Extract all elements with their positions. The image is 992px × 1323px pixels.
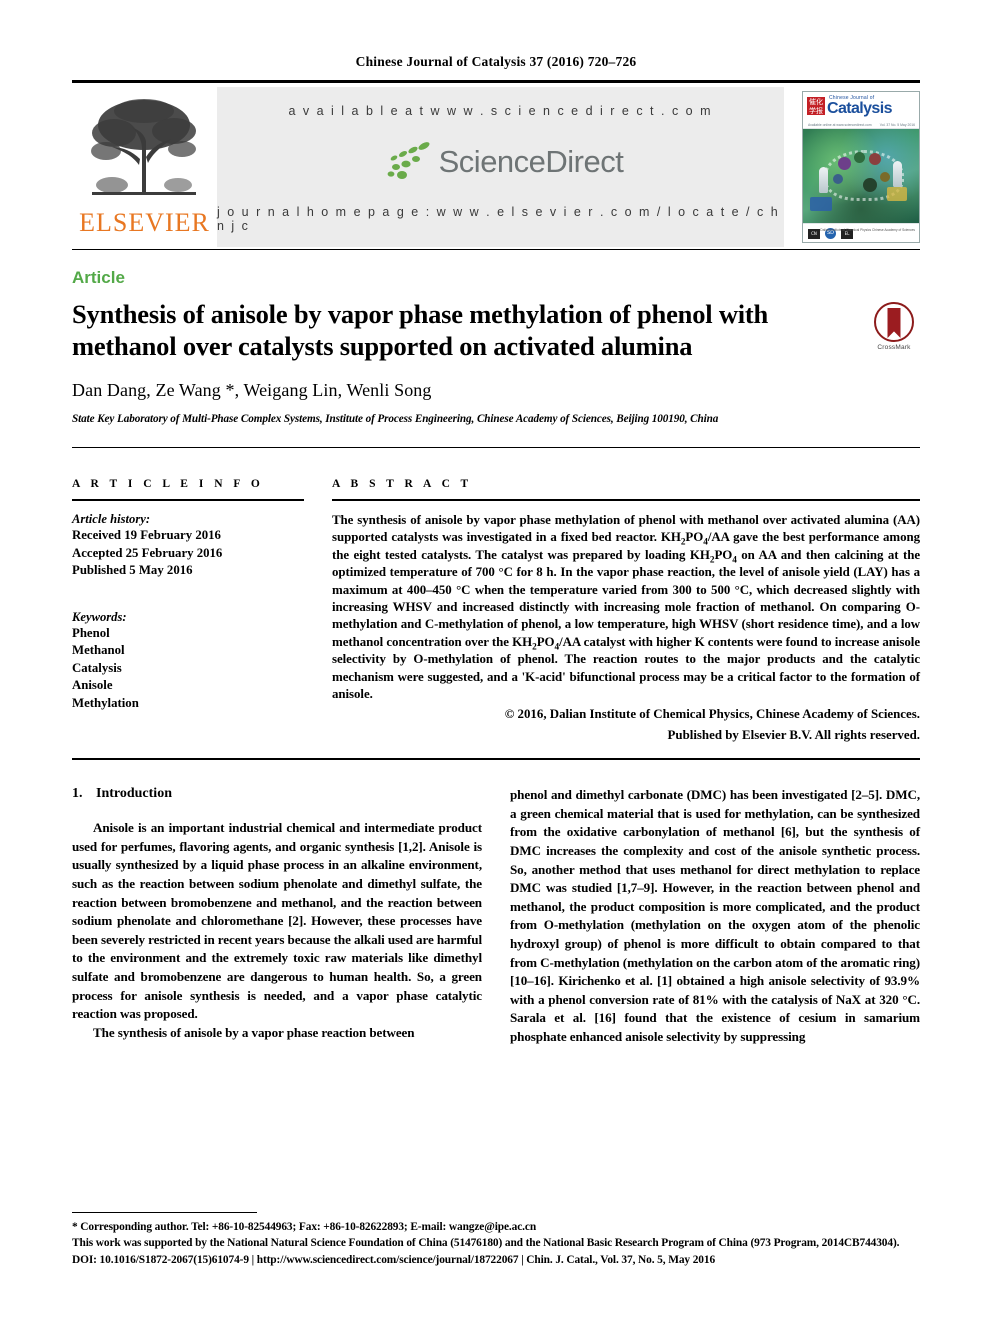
cover-title: Catalysis <box>827 100 892 117</box>
crossmark-icon <box>874 302 914 342</box>
cover-chinese-badge: 催化学报 <box>807 97 825 115</box>
cover-credit: Dalian Institute of Chemical Physics Chi… <box>820 228 915 232</box>
crossmark-book-icon <box>887 308 901 338</box>
footnote-block: * Corresponding author. Tel: +86-10-8254… <box>72 1212 920 1269</box>
funding-note: This work was supported by the National … <box>72 1236 900 1249</box>
paper-page: Chinese Journal of Catalysis 37 (2016) 7… <box>0 0 992 1323</box>
crossmark-label: CrossMark <box>877 344 911 351</box>
sciencedirect-logo: ScienceDirect <box>378 139 624 185</box>
abstract-rule <box>332 499 920 501</box>
cover-footer: CN SD EL Dalian Institute of Chemical Ph… <box>803 223 919 242</box>
body-column-right: phenol and dimethyl carbonate (DMC) has … <box>510 786 920 1046</box>
title-row: Synthesis of anisole by vapor phase meth… <box>72 298 920 362</box>
journal-masthead: ELSEVIER a v a i l a b l e a t w w w . s… <box>72 87 920 247</box>
body-column-left: 1. Introduction Anisole is an important i… <box>72 786 482 1046</box>
sciencedirect-band: a v a i l a b l e a t w w w . s c i e n … <box>217 87 784 247</box>
abstract-column: A B S T R A C T The synthesis of anisole… <box>332 478 920 744</box>
keywords-label: Keywords: <box>72 609 127 624</box>
keyword-item: Methanol <box>72 643 125 657</box>
info-top-rule <box>72 447 920 448</box>
abstract-heading: A B S T R A C T <box>332 478 473 490</box>
keyword-item: Methylation <box>72 695 139 710</box>
info-bottom-rule <box>72 758 920 761</box>
paragraph: Anisole is an important industrial chemi… <box>72 820 482 1022</box>
author-list: Dan Dang, Ze Wang *, Weigang Lin, Wenli … <box>72 380 432 400</box>
page-title: Synthesis of anisole by vapor phase meth… <box>72 299 769 361</box>
paragraph: The synthesis of anisole by a vapor phas… <box>93 1024 415 1040</box>
keyword-item: Phenol <box>72 625 110 640</box>
sciencedirect-wordmark: ScienceDirect <box>438 143 624 179</box>
history-accepted: Accepted 25 February 2016 <box>72 545 223 560</box>
article-info-rule <box>72 499 304 501</box>
abstract-copyright-line-1: © 2016, Dalian Institute of Chemical Phy… <box>504 707 920 722</box>
journal-cover-thumbnail: 催化学报 Chinese Journal of Catalysis Availa… <box>784 87 920 247</box>
history-received: Received 19 February 2016 <box>72 528 221 542</box>
cover-badge-1: CN <box>808 228 820 239</box>
article-info-heading: A R T I C L E I N F O <box>72 478 264 490</box>
paragraph: phenol and dimethyl carbonate (DMC) has … <box>510 787 920 1044</box>
cover-artwork <box>803 129 919 223</box>
abstract-text: The synthesis of anisole by vapor phase … <box>332 513 920 702</box>
abstract-copyright-line-2: Published by Elsevier B.V. All rights re… <box>667 727 920 742</box>
article-info-abstract-block: A R T I C L E I N F O Article history: R… <box>72 478 920 744</box>
keywords-block: Keywords: Phenol Methanol Catalysis Anis… <box>72 610 304 713</box>
keyword-item: Catalysis <box>72 660 122 675</box>
section-heading-introduction: 1. Introduction <box>72 786 482 802</box>
elsevier-tree-icon <box>90 98 196 195</box>
cover-right-meta: Vol. 37 No. 5 May 2016 <box>879 123 915 127</box>
header-rule <box>72 80 920 83</box>
keyword-item: Anisole <box>72 678 113 692</box>
corresponding-author-note: * Corresponding author. Tel: +86-10-8254… <box>72 1221 537 1234</box>
body-columns: 1. Introduction Anisole is an important i… <box>72 786 920 1046</box>
available-at-text: a v a i l a b l e a t w w w . s c i e n … <box>288 104 713 118</box>
history-published: Published 5 May 2016 <box>72 563 193 577</box>
affiliation: State Key Laboratory of Multi-Phase Comp… <box>72 413 719 425</box>
footnote-rule <box>72 1212 257 1214</box>
cover-left-meta: Available online at www.sciencedirect.co… <box>808 123 872 127</box>
article-type-label: Article <box>72 268 125 287</box>
publisher-logo: ELSEVIER <box>72 87 217 247</box>
crossmark-badge[interactable]: CrossMark <box>868 302 920 351</box>
article-info-column: A R T I C L E I N F O Article history: R… <box>72 478 304 744</box>
masthead-bottom-rule <box>72 249 920 250</box>
doi-note: DOI: 10.1016/S1872-2067(15)61074-9 | htt… <box>72 1254 716 1267</box>
cover-masthead: 催化学报 Chinese Journal of Catalysis Availa… <box>803 92 919 129</box>
section-number: 1. <box>72 786 83 802</box>
sciencedirect-swoosh-icon <box>387 141 430 179</box>
article-history-label: Article history: <box>72 512 151 526</box>
journal-homepage-text: j o u r n a l h o m e p a g e : w w w . … <box>217 205 780 233</box>
elsevier-wordmark: ELSEVIER <box>79 207 210 237</box>
section-title: Introduction <box>96 786 172 802</box>
running-head: Chinese Journal of Catalysis 37 (2016) 7… <box>355 54 637 69</box>
